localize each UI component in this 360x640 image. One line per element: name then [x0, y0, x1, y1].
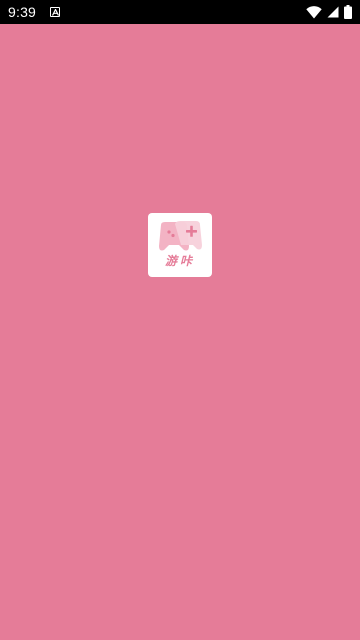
wifi-icon	[306, 5, 322, 18]
status-bar: 9:39	[0, 0, 360, 24]
status-icons	[306, 5, 352, 19]
signal-icon	[327, 6, 339, 18]
battery-icon	[344, 5, 352, 19]
splash-screen: 9:39 游咔	[0, 0, 360, 640]
app-logo: 游咔	[148, 213, 212, 277]
app-label: 游咔	[164, 254, 195, 268]
gamepad-icon	[159, 221, 202, 251]
status-time: 9:39	[8, 4, 37, 20]
a-letter-icon	[50, 7, 61, 17]
